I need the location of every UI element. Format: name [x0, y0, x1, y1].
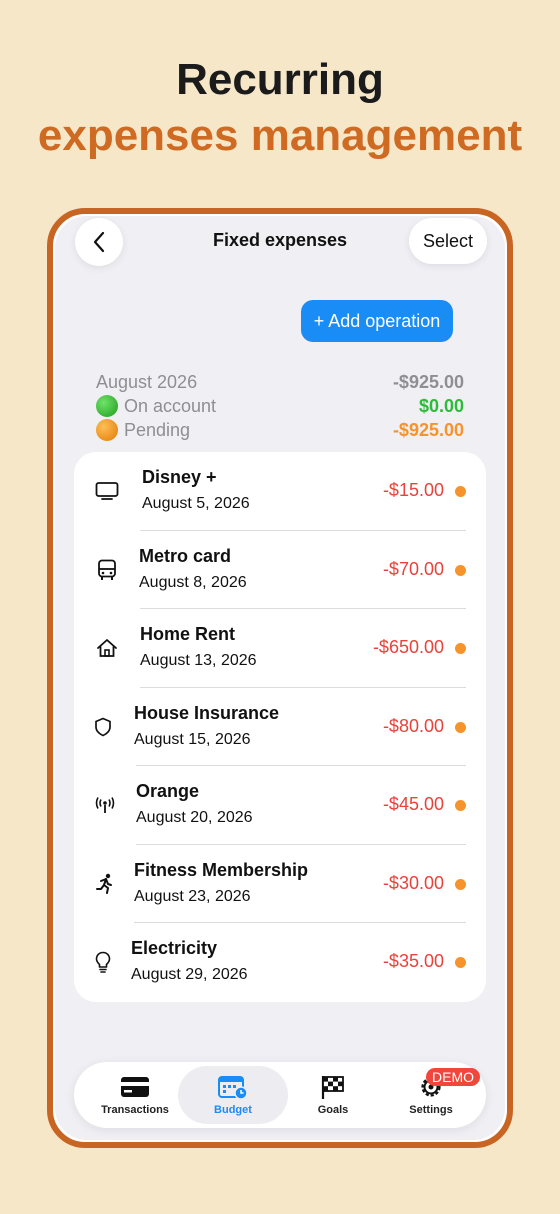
expense-row[interactable]: Disney + August 5, 2026 -$15.00: [74, 452, 486, 531]
house-icon: [94, 609, 120, 687]
calendar-clock-icon: [218, 1073, 248, 1101]
bus-icon: [94, 531, 120, 609]
expense-name: Metro card: [139, 545, 232, 566]
tab-bar: Transactions Budget Goals Settings DEMO: [74, 1062, 486, 1128]
expense-row[interactable]: Fitness Membership August 23, 2026 -$30.…: [74, 845, 486, 923]
summary-on-account-row: On account $0.00: [96, 394, 464, 418]
expense-name: House Insurance: [134, 702, 280, 723]
expense-row[interactable]: House Insurance August 15, 2026 -$80.00: [74, 688, 486, 766]
pending-dot-icon: [455, 643, 466, 654]
tab-label: Budget: [214, 1104, 252, 1116]
expense-date: August 13, 2026: [140, 652, 257, 669]
expense-name: Home Rent: [140, 624, 236, 644]
pending-dot-icon: [455, 800, 466, 811]
expense-date: August 5, 2026: [142, 495, 250, 512]
tv-icon: [94, 452, 120, 530]
tab-label: Goals: [317, 1104, 349, 1116]
expense-name: Orange: [136, 781, 200, 801]
runner-icon: [92, 845, 118, 923]
expense-amount: -$35.00: [382, 951, 444, 971]
headline-line1: Recurring: [176, 55, 384, 104]
antenna-icon: [92, 766, 118, 844]
expense-row[interactable]: Home Rent August 13, 2026 -$650.00: [74, 609, 486, 688]
expense-amount: -$45.00: [382, 794, 444, 814]
expense-name: Electricity: [131, 938, 218, 958]
expense-row[interactable]: Metro card August 8, 2026 -$70.00: [74, 531, 486, 609]
expense-amount: -$70.00: [382, 558, 444, 579]
summary-total: -$925.00: [392, 371, 464, 392]
expense-row[interactable]: Electricity August 29, 2026 -$35.00: [74, 923, 486, 1002]
expense-amount: -$80.00: [382, 715, 444, 736]
pending-dot-icon: [455, 957, 466, 968]
expense-name: Fitness Membership: [134, 859, 309, 880]
expense-date: August 20, 2026: [136, 809, 253, 826]
checkered-flag-icon: [320, 1073, 346, 1101]
expense-date: August 15, 2026: [134, 730, 251, 748]
summary-pending-row: Pending -$925.00: [96, 418, 464, 442]
expense-amount: -$30.00: [382, 872, 444, 893]
on-account-amount: $0.00: [418, 395, 464, 416]
pending-dot-icon: [455, 564, 466, 576]
lightbulb-icon: [90, 923, 116, 1001]
tab-label: Transactions: [101, 1104, 169, 1116]
tab-budget[interactable]: Budget: [178, 1066, 288, 1124]
expense-row[interactable]: Orange August 20, 2026 -$45.00: [74, 766, 486, 845]
expense-date: August 23, 2026: [134, 887, 251, 905]
expense-date: August 8, 2026: [139, 573, 247, 591]
pending-label: Pending: [124, 419, 191, 440]
phone-frame: Fixed expenses Select + Add operation Au…: [47, 208, 513, 1148]
shield-icon: [90, 688, 116, 766]
orange-dot-icon: [96, 419, 118, 441]
expense-name: Disney +: [142, 467, 217, 487]
pending-dot-icon: [455, 721, 466, 733]
month-summary: August 2026 -$925.00 On account $0.00 Pe…: [96, 370, 464, 442]
expense-list: Disney + August 5, 2026 -$15.00 Metro ca…: [74, 452, 486, 1002]
green-dot-icon: [96, 395, 118, 417]
pending-dot-icon: [455, 486, 466, 497]
add-operation-button[interactable]: + Add operation: [301, 300, 453, 342]
headline-line2: expenses management: [37, 111, 523, 160]
pending-amount: -$925.00: [392, 419, 464, 440]
expense-amount: -$650.00: [372, 637, 444, 657]
credit-card-icon: [120, 1073, 150, 1101]
demo-badge: DEMO: [426, 1068, 480, 1086]
expense-date: August 29, 2026: [131, 966, 248, 983]
select-button[interactable]: Select: [409, 218, 487, 264]
on-account-label: On account: [124, 395, 217, 416]
summary-total-row: August 2026 -$925.00: [96, 370, 464, 394]
tab-goals[interactable]: Goals: [278, 1066, 388, 1124]
tab-settings[interactable]: Settings DEMO: [376, 1066, 486, 1124]
expense-amount: -$15.00: [382, 480, 444, 500]
tab-transactions[interactable]: Transactions: [80, 1066, 190, 1124]
pending-dot-icon: [455, 878, 466, 890]
tab-label: Settings: [409, 1104, 453, 1116]
summary-month: August 2026: [96, 371, 198, 392]
headline: Recurring expenses management: [0, 52, 560, 164]
app-screen: Fixed expenses Select + Add operation Au…: [55, 216, 505, 1140]
